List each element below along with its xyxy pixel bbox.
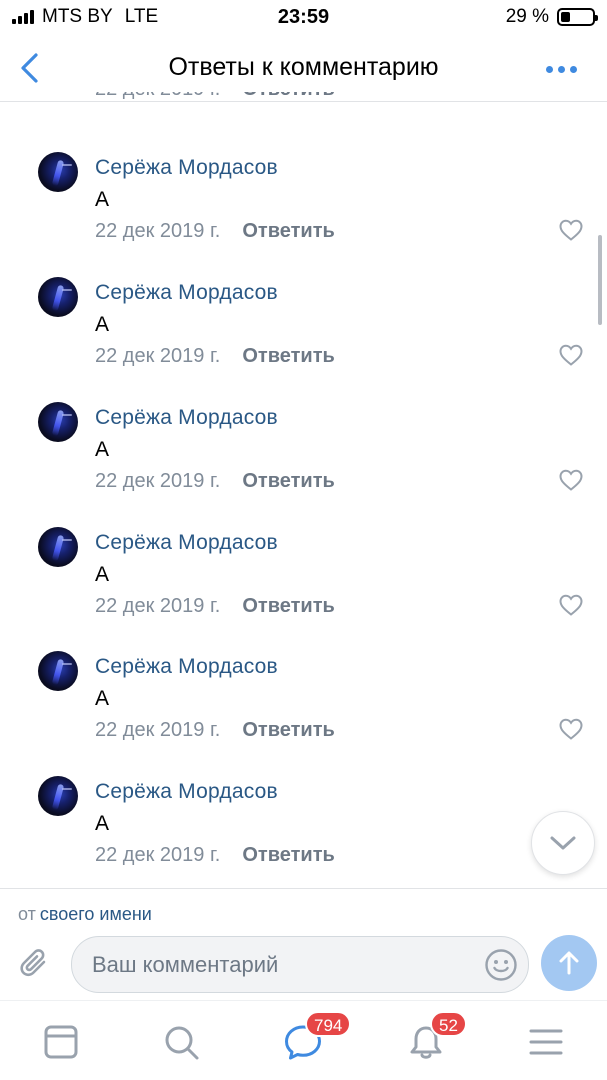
paperclip-icon <box>20 949 46 977</box>
send-button[interactable] <box>541 935 597 991</box>
heart-icon[interactable] <box>559 469 583 491</box>
comment-date: 22 дек 2019 г. <box>95 719 221 741</box>
comment-author[interactable]: Серёжа Мордасов <box>95 780 278 804</box>
heart-icon[interactable] <box>559 219 583 241</box>
avatar[interactable] <box>38 277 78 317</box>
app-root: MTS BY LTE 23:59 29 % Ответы к комментар… <box>0 0 607 1080</box>
partial-comment: 22 дек 2019 г. Ответить <box>95 92 590 106</box>
reply-button[interactable]: Ответить <box>242 345 334 368</box>
scroll-down-button[interactable] <box>531 811 595 875</box>
reply-button[interactable]: Ответить <box>242 595 334 618</box>
scrollbar[interactable] <box>598 235 602 325</box>
tab-news[interactable] <box>42 1023 82 1063</box>
search-icon <box>165 1026 199 1060</box>
avatar[interactable] <box>38 776 78 816</box>
comment-meta: 22 дек 2019 г. Ответить <box>95 719 335 742</box>
avatar[interactable] <box>38 402 78 442</box>
heart-icon[interactable] <box>559 344 583 366</box>
comment-text: А <box>95 188 110 211</box>
comment-item: Серёжа Мордасов А 22 дек 2019 г. Ответит… <box>0 521 607 646</box>
comment-item: Серёжа Мордасов А 22 дек 2019 г. Ответит… <box>0 271 607 396</box>
post-as-selector[interactable]: своего имени <box>40 904 152 924</box>
messages-badge: 794 <box>305 1011 352 1037</box>
battery-percent: 29 % <box>505 6 549 27</box>
attach-button[interactable] <box>18 947 52 981</box>
comment-date: 22 дек 2019 г. <box>95 844 221 866</box>
menu-icon <box>529 1029 563 1055</box>
avatar[interactable] <box>38 152 78 192</box>
comment-meta: 22 дек 2019 г. Ответить <box>95 470 335 493</box>
comment-date: 22 дек 2019 г. <box>95 470 221 492</box>
heart-icon[interactable] <box>559 594 583 616</box>
page-title: Ответы к комментарию <box>168 53 439 81</box>
comment-item: Серёжа Мордасов А 22 дек 2019 г. Ответит… <box>0 770 607 895</box>
emoji-button[interactable] <box>484 948 518 982</box>
reply-button[interactable]: Ответить <box>242 844 334 867</box>
comment-date: 22 дек 2019 г. <box>95 92 220 101</box>
comment-meta: 22 дек 2019 г. Ответить <box>95 595 335 618</box>
comment-text: А <box>95 812 110 835</box>
comment-meta: 22 дек 2019 г. Ответить <box>95 345 335 368</box>
reply-button[interactable]: Ответить <box>242 220 334 243</box>
post-as-line: от своего имени <box>18 904 152 925</box>
battery-fill <box>561 12 570 22</box>
comment-text: А <box>95 687 110 710</box>
notifications-badge: 52 <box>430 1011 467 1037</box>
smile-icon <box>485 949 517 981</box>
reply-button[interactable]: Ответить <box>242 719 334 742</box>
comment-item: Серёжа Мордасов А 22 дек 2019 г. Ответит… <box>0 396 607 521</box>
comment-input-wrapper <box>71 936 529 993</box>
comment-input[interactable] <box>92 937 472 992</box>
comment-text: А <box>95 563 110 586</box>
tab-menu[interactable] <box>527 1023 567 1063</box>
status-right: 29 % <box>505 6 598 28</box>
comment-author[interactable]: Серёжа Мордасов <box>95 281 278 305</box>
arrow-up-icon <box>559 951 579 975</box>
more-button[interactable] <box>546 66 577 73</box>
comment-date: 22 дек 2019 г. <box>95 220 221 242</box>
comment-text: А <box>95 313 110 336</box>
news-icon <box>44 1025 78 1059</box>
comment-item: Серёжа Мордасов А 22 дек 2019 г. Ответит… <box>0 645 607 770</box>
avatar[interactable] <box>38 527 78 567</box>
post-as-prefix: от <box>18 904 36 924</box>
comment-date: 22 дек 2019 г. <box>95 345 221 367</box>
comment-text: А <box>95 438 110 461</box>
heart-icon[interactable] <box>559 718 583 740</box>
comment-meta: 22 дек 2019 г. Ответить <box>95 844 335 867</box>
chevron-down-icon <box>550 836 576 850</box>
more-horizontal-icon <box>546 66 553 73</box>
comment-author[interactable]: Серёжа Мордасов <box>95 655 278 679</box>
tab-notifications[interactable]: 52 <box>406 1011 467 1063</box>
tab-messages[interactable]: 794 <box>283 1011 352 1063</box>
reply-button[interactable]: Ответить <box>242 92 334 101</box>
comment-date: 22 дек 2019 г. <box>95 595 221 617</box>
comment-meta: 22 дек 2019 г. Ответить <box>95 220 335 243</box>
comment-author[interactable]: Серёжа Мордасов <box>95 406 278 430</box>
reply-button[interactable]: Ответить <box>242 470 334 493</box>
battery-icon <box>557 8 598 26</box>
status-bar: MTS BY LTE 23:59 29 % <box>0 0 607 36</box>
avatar[interactable] <box>38 651 78 691</box>
comment-item: Серёжа Мордасов А 22 дек 2019 г. Ответит… <box>0 146 607 271</box>
comment-author[interactable]: Серёжа Мордасов <box>95 156 278 180</box>
comment-composer: от своего имени <box>0 888 607 1000</box>
comment-author[interactable]: Серёжа Мордасов <box>95 531 278 555</box>
tab-search[interactable] <box>162 1023 202 1063</box>
tab-bar: 794 52 <box>0 1000 607 1080</box>
